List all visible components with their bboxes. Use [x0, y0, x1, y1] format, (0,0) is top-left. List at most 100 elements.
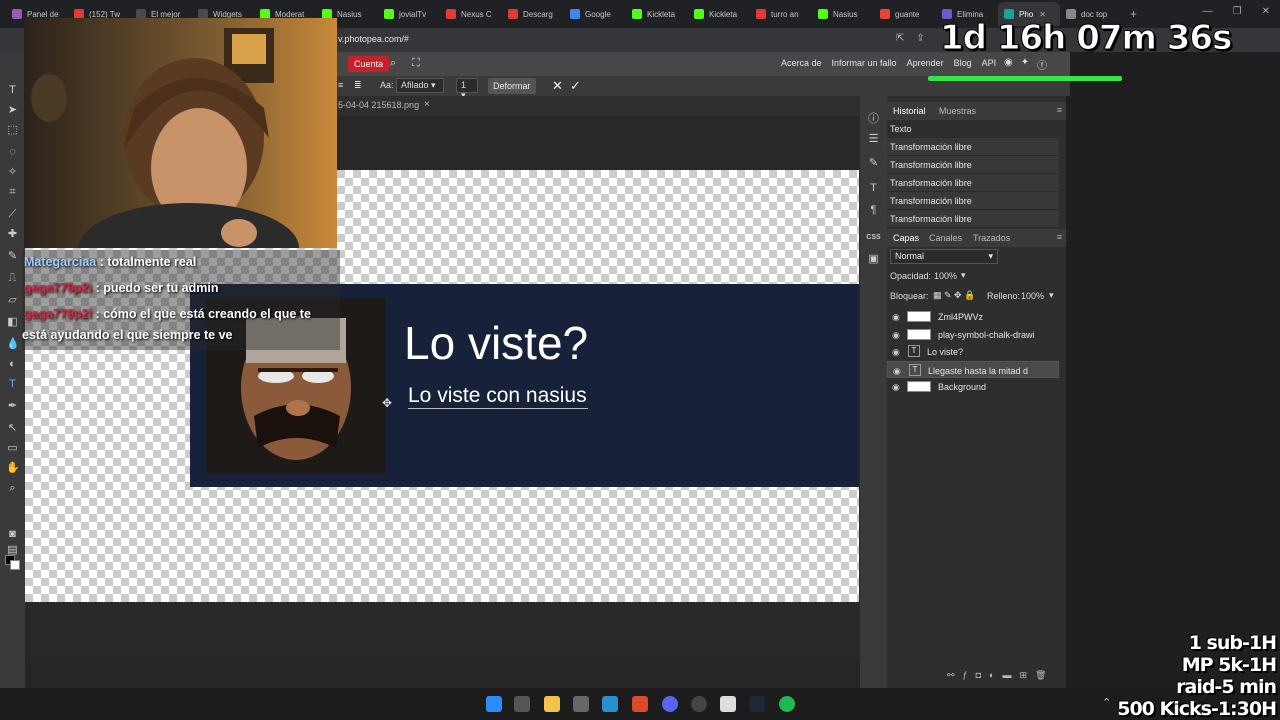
cancel-transform-button[interactable]: ✕ [552, 78, 563, 94]
brave-icon[interactable] [632, 696, 648, 712]
fill-value[interactable]: 100% [1021, 291, 1044, 301]
tray-chevron-icon[interactable]: ⌃ [1102, 696, 1111, 709]
background-color-swatch[interactable] [10, 560, 20, 570]
layers-menu-icon[interactable]: ≡ [1057, 232, 1062, 242]
fullscreen-icon[interactable]: ⛶ [412, 57, 420, 70]
type-tool-icon[interactable]: T [6, 84, 19, 97]
cuenta-button[interactable]: Cuenta [348, 56, 390, 72]
visibility-eye-icon[interactable]: ◉ [892, 382, 900, 393]
layer-row[interactable]: ◉ Zml4PWVz [887, 308, 1059, 325]
move-tool-icon[interactable]: ➤ [6, 104, 19, 117]
marquee-tool-icon[interactable]: ⬚ [6, 124, 19, 137]
open-in-tab-icon[interactable]: ⇱ [896, 33, 904, 44]
canvas-title-text[interactable]: Lo viste? [404, 316, 588, 370]
capcut-icon[interactable] [720, 696, 736, 712]
tab-canales[interactable]: Canales [929, 233, 962, 243]
layer-row[interactable]: ◉ play-symbol-chalk-drawi [887, 326, 1059, 343]
brush-tool-icon[interactable]: ✎ [6, 250, 19, 263]
document-tab[interactable]: 5-04-04 215618.png [338, 100, 419, 110]
chevron-down-icon[interactable]: ▾ [961, 270, 966, 281]
chevron-down-icon[interactable]: ▾ [1049, 290, 1054, 301]
fill-tool-icon[interactable]: ◧ [6, 316, 19, 329]
folder-icon[interactable] [544, 696, 560, 712]
browser-tab[interactable]: Nexus C [440, 2, 502, 26]
history-item[interactable]: Transformación libre [887, 156, 1059, 174]
browser-tab[interactable]: Kickleta [688, 2, 750, 26]
tab-historial[interactable]: Historial [893, 106, 926, 116]
history-item[interactable]: Transformación libre [887, 174, 1059, 192]
pen-tool-icon[interactable]: ✒ [6, 400, 19, 413]
heal-tool-icon[interactable]: ✚ [6, 228, 19, 241]
search-icon[interactable]: ⌕ [390, 57, 396, 70]
maximize-button[interactable]: ❐ [1233, 6, 1242, 17]
align-justify-icon[interactable]: ≣ [354, 80, 362, 91]
eyedropper-icon[interactable]: ⟋ [6, 208, 19, 221]
browser-tab[interactable]: turro an [750, 2, 812, 26]
discord-icon[interactable] [662, 696, 678, 712]
path-select-icon[interactable]: ↖ [6, 422, 19, 435]
visibility-eye-icon[interactable]: ◉ [892, 347, 900, 358]
tab-capas[interactable]: Capas [893, 233, 919, 243]
menu-link-aprender[interactable]: Aprender [907, 58, 944, 68]
deformar-button[interactable]: Deformar [488, 78, 536, 94]
text-tool-icon[interactable]: T [6, 378, 19, 391]
opacity-value[interactable]: 100% [934, 271, 957, 281]
blend-mode-select[interactable]: Normal ▾ [890, 249, 998, 264]
visibility-eye-icon[interactable]: ◉ [892, 330, 900, 341]
mask-icon[interactable]: ◘ [976, 670, 981, 681]
lasso-tool-icon[interactable]: ◌ [6, 146, 19, 159]
menu-link-acerca[interactable]: Acerca de [781, 58, 822, 68]
layer-row[interactable]: ◉ T Lo viste? [887, 343, 1059, 360]
close-window-button[interactable]: ✕ [1262, 6, 1270, 17]
blur-tool-icon[interactable]: 💧 [6, 338, 20, 351]
dodge-tool-icon[interactable]: ◐ [6, 358, 19, 371]
browser-tab[interactable]: Kickleta [626, 2, 688, 26]
facebook-icon[interactable]: ⓕ [1037, 57, 1047, 72]
tab-trazados[interactable]: Trazados [973, 233, 1010, 243]
steam-icon[interactable] [749, 696, 765, 712]
adjustments-icon[interactable]: ☰ [866, 132, 881, 145]
magic-wand-icon[interactable]: ✧ [6, 166, 19, 179]
telegram-icon[interactable] [602, 696, 618, 712]
tab-muestras[interactable]: Muestras [939, 106, 976, 116]
folder-icon[interactable]: ▬ [1002, 670, 1011, 681]
menu-link-blog[interactable]: Blog [954, 58, 972, 68]
delete-layer-icon[interactable]: 🗑 [1035, 670, 1046, 681]
lock-icons[interactable]: ▦ ✎ ✥ 🔒 [933, 290, 975, 301]
stamp-tool-icon[interactable]: ⎍ [6, 272, 19, 285]
history-item[interactable]: Texto [887, 120, 1059, 138]
commit-transform-button[interactable]: ✓ [570, 78, 581, 94]
css-icon[interactable]: CSS [866, 234, 881, 241]
quick-mask-icon[interactable]: ◙ [6, 528, 19, 541]
eraser-tool-icon[interactable]: ▱ [6, 294, 19, 307]
visibility-eye-icon[interactable]: ◉ [893, 366, 901, 377]
info-icon[interactable]: ⓘ [866, 110, 881, 126]
menu-link-fallo[interactable]: Informar un fallo [832, 58, 897, 68]
paragraph-icon[interactable]: ¶ [866, 204, 881, 216]
document-tab-close[interactable]: × [424, 99, 430, 110]
link-icon[interactable]: ⚯ [947, 670, 955, 681]
share-icon[interactable]: ⇪ [916, 33, 924, 44]
new-layer-icon[interactable]: ⊞ [1019, 670, 1027, 681]
obs-icon[interactable] [691, 696, 707, 712]
visibility-eye-icon[interactable]: ◉ [892, 312, 900, 323]
url-field[interactable]: v.photopea.com/# [338, 34, 409, 44]
character-icon[interactable]: T [866, 182, 881, 194]
browser-tab[interactable]: Descarg [502, 2, 564, 26]
start-icon[interactable] [486, 696, 502, 712]
canvas-subtitle-text[interactable]: Lo viste con nasius [408, 384, 588, 409]
twitter-icon[interactable]: ✦ [1021, 57, 1029, 72]
reddit-icon[interactable]: ◉ [1004, 57, 1013, 72]
spotify-icon[interactable] [779, 696, 795, 712]
browser-tab[interactable]: guante [874, 2, 936, 26]
effects-icon[interactable]: ƒ [963, 670, 968, 681]
browser-tab[interactable]: Google [564, 2, 626, 26]
zoom-tool-icon[interactable]: ⌕ [6, 482, 19, 495]
terminal-icon[interactable] [514, 696, 530, 712]
layer-row[interactable]: ◉ Background [887, 378, 1059, 395]
history-item[interactable]: Transformación libre [887, 210, 1059, 228]
antialias-select[interactable]: Afilado ▾ [396, 78, 444, 93]
image-icon[interactable]: ▣ [866, 252, 881, 265]
hand-tool-icon[interactable]: ✋ [6, 462, 20, 475]
app-icon[interactable] [573, 696, 589, 712]
